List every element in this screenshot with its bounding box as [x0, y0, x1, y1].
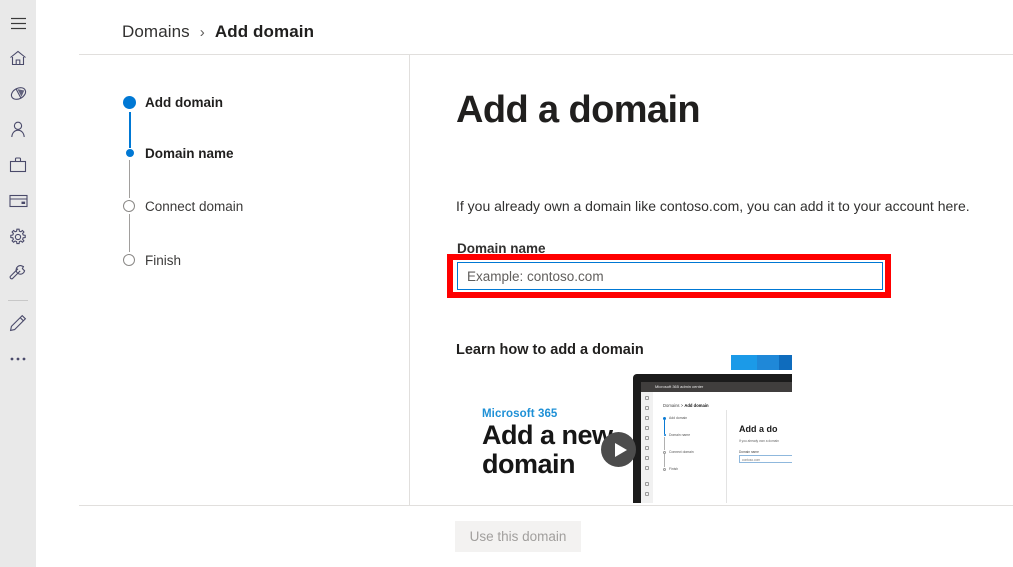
- credit-card-icon[interactable]: [0, 186, 36, 216]
- ellipsis-glyph: [10, 357, 26, 361]
- video-color-bars: [731, 355, 792, 370]
- stepper-step-label: Finish: [145, 253, 182, 268]
- laptop-screen: Microsoft 365 admin center Domains > Add…: [641, 382, 792, 503]
- mock-title: Add a do: [739, 424, 778, 434]
- home-icon[interactable]: [0, 43, 36, 73]
- mock-field-label: Domain name: [739, 450, 759, 454]
- mock-step: Domain name: [663, 433, 690, 437]
- page-title: Add a domain: [456, 89, 701, 131]
- video-headline: Add a new domain: [482, 420, 613, 480]
- person-glyph: [11, 121, 25, 137]
- color-bar: [779, 355, 792, 370]
- stepper-connector-3: [129, 214, 130, 252]
- briefcase-icon[interactable]: [0, 150, 36, 180]
- mock-nav-rail: [641, 392, 653, 503]
- stepper-step-label: Add domain: [145, 95, 223, 110]
- mock-breadcrumb-current: Add domain: [684, 403, 709, 408]
- video-headline-line1: Add a new: [482, 420, 613, 450]
- mock-step: Connect domain: [663, 450, 694, 454]
- mock-topbar: Microsoft 365 admin center: [641, 382, 792, 392]
- video-thumbnail[interactable]: Microsoft 365 Add a new domain Microsoft…: [456, 355, 792, 503]
- video-headline-line2: domain: [482, 449, 576, 480]
- gear-icon[interactable]: [0, 222, 36, 252]
- breadcrumb: Domains › Add domain: [122, 22, 314, 42]
- laptop-mockup: Microsoft 365 admin center Domains > Add…: [633, 374, 792, 503]
- pencil-icon[interactable]: [0, 308, 36, 338]
- stepper-connector-1: [129, 112, 131, 148]
- chevron-right-icon: ›: [199, 23, 205, 41]
- mock-step: Add domain: [663, 416, 687, 420]
- admin-center-page: Domains › Add domain Add domain Domain n…: [0, 0, 1013, 567]
- step-marker-filled-small: [126, 149, 134, 157]
- hamburger-menu-icon[interactable]: [0, 8, 36, 38]
- mock-connector: [664, 420, 665, 434]
- ellipsis-icon[interactable]: [0, 344, 36, 374]
- mock-panel-divider: [726, 410, 727, 503]
- apps-cube-glyph: [10, 86, 26, 100]
- step-marker-filled-large: [123, 96, 136, 109]
- mock-description: If you already own a domain: [739, 439, 779, 443]
- breadcrumb-link-domains[interactable]: Domains: [122, 22, 190, 42]
- apps-cube-icon[interactable]: [0, 78, 36, 108]
- left-nav-rail: [0, 0, 36, 567]
- breadcrumb-current: Add domain: [214, 22, 315, 41]
- mock-input: contoso.com: [739, 455, 792, 463]
- mock-breadcrumb-parent: Domains: [663, 403, 680, 408]
- color-bar: [731, 355, 757, 370]
- credit-card-glyph: [8, 194, 28, 208]
- mock-connector: [664, 437, 665, 450]
- mock-breadcrumb-sep: >: [680, 403, 684, 408]
- use-this-domain-button[interactable]: Use this domain: [455, 521, 581, 552]
- home-glyph: [10, 50, 26, 66]
- domain-name-input[interactable]: [457, 262, 883, 290]
- stepper-step-label: Domain name: [145, 146, 234, 161]
- person-icon[interactable]: [0, 114, 36, 144]
- setup-stepper: Add domain Domain name Connect domain Fi…: [79, 55, 410, 505]
- mock-step: Finish: [663, 467, 678, 471]
- stepper-connector-2: [129, 160, 130, 198]
- briefcase-glyph: [9, 157, 27, 173]
- pencil-glyph: [9, 314, 27, 332]
- play-triangle-glyph: [614, 442, 627, 457]
- step-marker-hollow: [123, 254, 135, 266]
- rail-divider: [8, 300, 28, 301]
- gear-glyph: [10, 228, 26, 245]
- video-brand-label: Microsoft 365: [482, 408, 558, 420]
- stepper-step-label: Connect domain: [145, 199, 244, 214]
- step-marker-hollow: [123, 200, 135, 212]
- wrench-glyph: [9, 265, 26, 280]
- mock-breadcrumb: Domains > Add domain: [663, 403, 709, 408]
- play-button-icon[interactable]: [601, 432, 636, 467]
- color-bar: [757, 355, 779, 370]
- mock-connector: [664, 454, 665, 467]
- domain-name-label: Domain name: [457, 241, 546, 256]
- footer-divider: [79, 505, 1013, 506]
- wrench-icon[interactable]: [0, 258, 36, 288]
- page-description: If you already own a domain like contoso…: [456, 198, 970, 214]
- hamburger-menu-glyph: [10, 17, 26, 29]
